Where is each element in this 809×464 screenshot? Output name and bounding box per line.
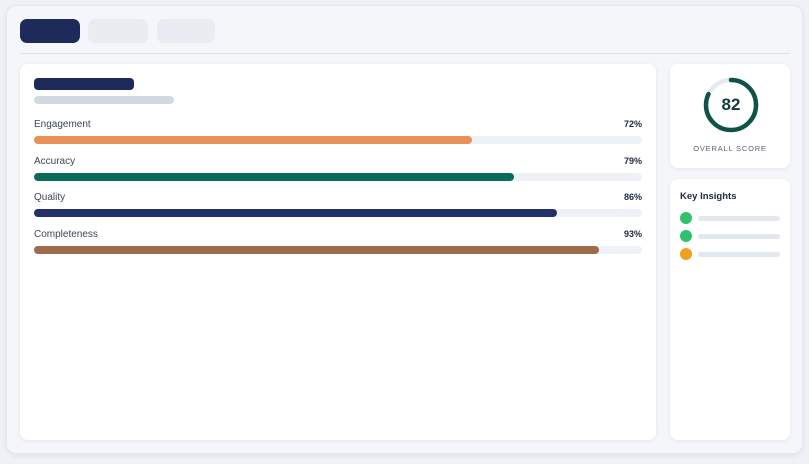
metric-value: 93% [623,229,642,239]
progress-track [34,209,642,217]
progress-fill [34,173,515,181]
card-title-placeholder [34,78,134,90]
card-subtitle-placeholder [34,96,174,104]
insight-text-placeholder [698,252,780,257]
metric-value: 72% [623,119,642,129]
metric-accuracy: Accuracy 79% [34,156,642,188]
metric-quality: Quality 86% [34,192,642,224]
tab-1[interactable] [20,19,80,43]
progress-track [34,173,642,181]
metric-engagement: Engagement 72% [34,119,642,151]
insight-text-placeholder [698,234,780,239]
tab-2[interactable] [88,19,148,43]
status-dot-icon [680,248,692,260]
insight-item[interactable] [680,230,780,242]
progress-fill [34,246,600,254]
metric-value: 79% [623,156,642,166]
metric-label: Accuracy [34,156,76,167]
metric-label: Completeness [34,229,98,240]
insight-item[interactable] [680,248,780,260]
header-divider [20,53,790,54]
status-dot-icon [680,230,692,242]
score-value: 82 [721,95,741,114]
insight-text-placeholder [698,216,780,221]
metric-label: Engagement [34,119,91,130]
metric-label: Quality [34,192,66,203]
progress-track [34,136,642,144]
score-label: OVERALL SCORE [693,144,767,153]
overall-score-card: 82 OVERALL SCORE [670,64,790,168]
metric-value: 86% [623,192,642,202]
key-insights-card: Key Insights [670,179,790,440]
insight-item[interactable] [680,212,780,224]
progress-fill [34,136,472,144]
insights-title: Key Insights [680,191,737,202]
progress-track [34,246,642,254]
tab-3[interactable] [157,19,215,43]
status-dot-icon [680,212,692,224]
metric-completeness: Completeness 93% [34,229,642,261]
progress-fill [34,209,557,217]
metrics-card: Engagement 72% Accuracy 79% Quality 86% … [20,64,656,440]
